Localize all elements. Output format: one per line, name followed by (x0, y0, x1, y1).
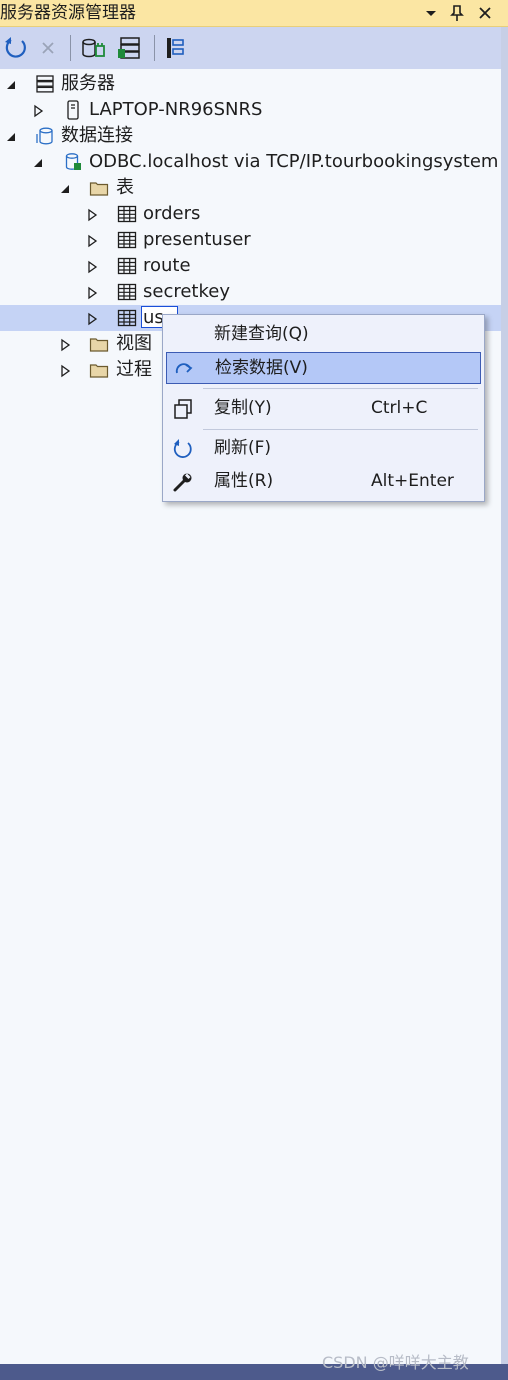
menu-separator (203, 388, 478, 389)
folder-icon (89, 334, 109, 354)
expand-arrow-icon[interactable] (86, 233, 100, 248)
table-icon (117, 230, 137, 250)
menu-item-shortcut: Ctrl+C (371, 398, 428, 418)
copy-icon (172, 398, 194, 420)
menu-item-retrieve-data[interactable]: 检索数据(V) (166, 352, 481, 384)
context-menu: 新建查询(Q) 检索数据(V) 复制(Y) Ctrl+C 刷新(F) 属性(R)… (162, 314, 485, 502)
menu-item-copy[interactable]: 复制(Y) Ctrl+C (166, 393, 481, 425)
tree-node-table[interactable]: orders (0, 201, 501, 227)
expand-arrow-icon[interactable] (59, 337, 73, 352)
connect-to-database-icon[interactable] (80, 34, 108, 62)
toolbar (0, 27, 508, 69)
tree-node-label: orders (143, 203, 201, 224)
collapse-arrow-icon[interactable] (5, 77, 19, 91)
folder-icon (89, 360, 109, 380)
dropdown-icon[interactable] (420, 2, 442, 24)
table-icon (117, 204, 137, 224)
menu-item-label: 新建查询(Q) (214, 324, 309, 344)
window-title: 服务器资源管理器 (0, 3, 136, 23)
tree-node-tables-folder[interactable]: 表 (0, 175, 501, 201)
tree-node-server-computer[interactable]: LAPTOP-NR96SNRS (0, 97, 501, 123)
tree-node-table[interactable]: presentuser (0, 227, 501, 253)
menu-item-properties[interactable]: 属性(R) Alt+Enter (166, 466, 481, 498)
tree-node-odbc-connection[interactable]: ODBC.localhost via TCP/IP.tourbookingsys… (0, 149, 501, 175)
expand-arrow-icon[interactable] (32, 103, 46, 118)
menu-item-label: 检索数据(V) (215, 358, 308, 378)
tree-node-label: 服务器 (61, 73, 115, 94)
table-icon (117, 256, 137, 276)
tree-node-label: secretkey (143, 281, 230, 302)
tree-node-label: 视图 (116, 333, 152, 354)
expand-arrow-icon[interactable] (59, 363, 73, 378)
tree-node-label: route (143, 255, 191, 276)
tree-node-label: LAPTOP-NR96SNRS (89, 99, 263, 120)
tree-node-label: 过程 (116, 359, 152, 380)
expand-arrow-icon[interactable] (86, 285, 100, 300)
redo-arrow-icon (173, 358, 195, 380)
menu-item-label: 复制(Y) (214, 398, 272, 418)
tree-node-label: 数据连接 (61, 125, 133, 146)
toolbar-separator (154, 35, 155, 61)
sharepoint-connection-icon[interactable] (162, 34, 190, 62)
stop-icon[interactable] (34, 34, 62, 62)
database-connection-icon (63, 152, 83, 172)
expand-arrow-icon[interactable] (86, 311, 100, 326)
expand-arrow-icon[interactable] (86, 207, 100, 222)
collapse-arrow-icon[interactable] (59, 181, 73, 195)
tree-node-table[interactable]: route (0, 253, 501, 279)
tree-node-label: 表 (116, 177, 134, 198)
tree-node-servers[interactable]: 服务器 (0, 71, 501, 97)
menu-item-label: 属性(R) (214, 471, 274, 491)
menu-item-refresh[interactable]: 刷新(F) (166, 433, 481, 465)
close-icon[interactable] (474, 2, 496, 24)
tree-node-label: presentuser (143, 229, 251, 250)
table-icon (117, 308, 137, 328)
panel-edge (501, 27, 508, 1380)
toolbar-separator (70, 35, 71, 61)
menu-item-new-query[interactable]: 新建查询(Q) (166, 319, 481, 351)
collapse-arrow-icon[interactable] (5, 129, 19, 143)
tree-node-label: ODBC.localhost via TCP/IP.tourbookingsys… (89, 151, 499, 172)
menu-item-label: 刷新(F) (214, 438, 272, 458)
collapse-arrow-icon[interactable] (32, 155, 46, 169)
tree-node-data-connections[interactable]: 数据连接 (0, 123, 501, 149)
server-icon (35, 74, 55, 94)
menu-separator (203, 429, 478, 430)
wrench-icon (172, 471, 194, 493)
connect-to-server-icon[interactable] (116, 34, 144, 62)
refresh-icon (172, 438, 194, 460)
pin-icon[interactable] (446, 2, 468, 24)
tree-node-table[interactable]: secretkey (0, 279, 501, 305)
computer-icon (63, 100, 83, 120)
refresh-icon[interactable] (2, 34, 30, 62)
tool-window-title-bar: 服务器资源管理器 (0, 0, 508, 27)
folder-icon (89, 178, 109, 198)
table-icon (117, 282, 137, 302)
database-icon (35, 126, 55, 146)
watermark-text: CSDN @咩咩大主教 (322, 1353, 469, 1372)
expand-arrow-icon[interactable] (86, 259, 100, 274)
menu-item-shortcut: Alt+Enter (371, 471, 454, 491)
